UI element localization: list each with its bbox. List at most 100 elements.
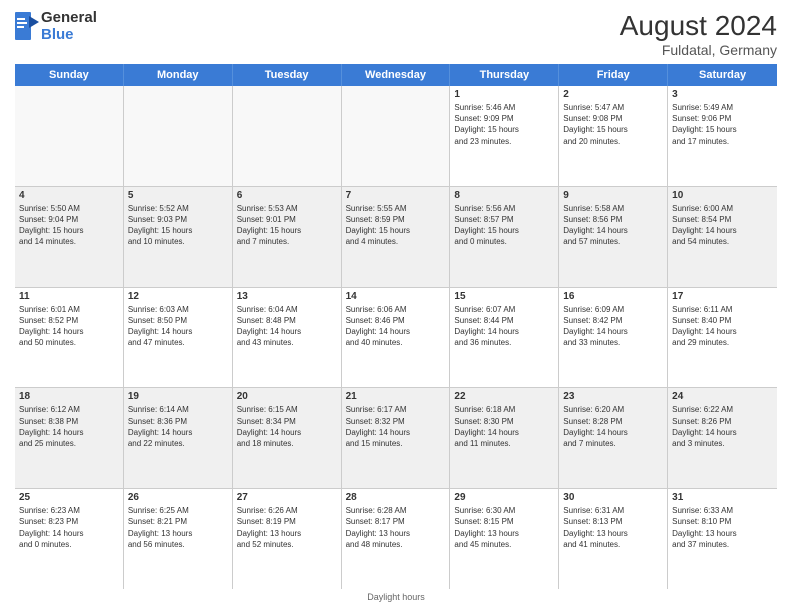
logo-line2: Blue: [41, 27, 97, 44]
day-info: Sunrise: 6:26 AM Sunset: 8:19 PM Dayligh…: [237, 505, 337, 550]
table-row: 28 Sunrise: 6:28 AM Sunset: 8:17 PM Dayli…: [342, 489, 451, 589]
table-row: 2Sunrise: 5:47 AM Sunset: 9:08 PM Daylig…: [559, 86, 668, 186]
table-row: 3Sunrise: 5:49 AM Sunset: 9:06 PM Daylig…: [668, 86, 777, 186]
table-row: 20 Sunrise: 6:15 AM Sunset: 8:34 PM Dayli…: [233, 388, 342, 488]
day-info: Sunrise: 6:07 AM Sunset: 8:44 PM Dayligh…: [454, 304, 554, 349]
day-info: Sunrise: 6:25 AM Sunset: 8:21 PM Dayligh…: [128, 505, 228, 550]
day-info: Sunrise: 6:15 AM Sunset: 8:34 PM Dayligh…: [237, 404, 337, 449]
day-info: Sunrise: 5:58 AM Sunset: 8:56 PM Dayligh…: [563, 203, 663, 248]
table-row: 13Sunrise: 6:04 AM Sunset: 8:48 PM Dayli…: [233, 288, 342, 388]
day-info: Sunrise: 6:31 AM Sunset: 8:13 PM Dayligh…: [563, 505, 663, 550]
day-number: 11: [19, 291, 119, 302]
table-row: 14 Sunrise: 6:06 AM Sunset: 8:46 PM Dayli…: [342, 288, 451, 388]
table-row: 29 Sunrise: 6:30 AM Sunset: 8:15 PM Dayli…: [450, 489, 559, 589]
day-number: 5: [128, 190, 228, 201]
table-row: 21Sunrise: 6:17 AM Sunset: 8:32 PM Dayli…: [342, 388, 451, 488]
table-row: 10 Sunrise: 6:00 AM Sunset: 8:54 PM Dayli…: [668, 187, 777, 287]
day-number: 7: [346, 190, 446, 201]
day-number: 8: [454, 190, 554, 201]
page: GeneralBlue August 2024 Fuldatal, German…: [0, 0, 792, 612]
logo-text: GeneralBlue: [41, 10, 97, 43]
calendar-title: August 2024: [620, 10, 777, 42]
table-row: [15, 86, 124, 186]
header-thursday: Thursday: [450, 64, 559, 86]
day-info: Sunrise: 5:53 AM Sunset: 9:01 PM Dayligh…: [237, 203, 337, 248]
calendar: Sunday Monday Tuesday Wednesday Thursday…: [15, 64, 777, 589]
cal-week-2: 4Sunrise: 5:50 AM Sunset: 9:04 PM Daylig…: [15, 187, 777, 288]
day-info: Sunrise: 6:06 AM Sunset: 8:46 PM Dayligh…: [346, 304, 446, 349]
day-number: 31: [672, 492, 773, 503]
header-tuesday: Tuesday: [233, 64, 342, 86]
cal-week-5: 25 Sunrise: 6:23 AM Sunset: 8:23 PM Dayli…: [15, 489, 777, 589]
day-number: 17: [672, 291, 773, 302]
table-row: 1 Sunrise: 5:46 AM Sunset: 9:09 PM Daylig…: [450, 86, 559, 186]
day-number: 29: [454, 492, 554, 503]
header-sunday: Sunday: [15, 64, 124, 86]
day-number: 25: [19, 492, 119, 503]
day-info: Sunrise: 6:33 AM Sunset: 8:10 PM Dayligh…: [672, 505, 773, 550]
table-row: 4Sunrise: 5:50 AM Sunset: 9:04 PM Daylig…: [15, 187, 124, 287]
day-number: 26: [128, 492, 228, 503]
logo-line1: General: [41, 10, 97, 27]
day-number: 6: [237, 190, 337, 201]
day-number: 1: [454, 89, 554, 100]
footer-note: Daylight hours: [15, 589, 777, 602]
day-info: Sunrise: 6:23 AM Sunset: 8:23 PM Dayligh…: [19, 505, 119, 550]
day-number: 15: [454, 291, 554, 302]
day-number: 27: [237, 492, 337, 503]
day-number: 28: [346, 492, 446, 503]
table-row: 26 Sunrise: 6:25 AM Sunset: 8:21 PM Dayli…: [124, 489, 233, 589]
table-row: [233, 86, 342, 186]
day-number: 4: [19, 190, 119, 201]
day-info: Sunrise: 6:01 AM Sunset: 8:52 PM Dayligh…: [19, 304, 119, 349]
table-row: 9Sunrise: 5:58 AM Sunset: 8:56 PM Daylig…: [559, 187, 668, 287]
table-row: [124, 86, 233, 186]
cal-week-4: 18Sunrise: 6:12 AM Sunset: 8:38 PM Dayli…: [15, 388, 777, 489]
day-number: 23: [563, 391, 663, 402]
table-row: 16Sunrise: 6:09 AM Sunset: 8:42 PM Dayli…: [559, 288, 668, 388]
day-info: Sunrise: 5:47 AM Sunset: 9:08 PM Dayligh…: [563, 102, 663, 147]
day-info: Sunrise: 6:09 AM Sunset: 8:42 PM Dayligh…: [563, 304, 663, 349]
table-row: [342, 86, 451, 186]
header-friday: Friday: [559, 64, 668, 86]
table-row: 15 Sunrise: 6:07 AM Sunset: 8:44 PM Dayli…: [450, 288, 559, 388]
table-row: 31 Sunrise: 6:33 AM Sunset: 8:10 PM Dayli…: [668, 489, 777, 589]
table-row: 25 Sunrise: 6:23 AM Sunset: 8:23 PM Dayli…: [15, 489, 124, 589]
table-row: 17Sunrise: 6:11 AM Sunset: 8:40 PM Dayli…: [668, 288, 777, 388]
day-number: 10: [672, 190, 773, 201]
day-number: 14: [346, 291, 446, 302]
day-info: Sunrise: 6:22 AM Sunset: 8:26 PM Dayligh…: [672, 404, 773, 449]
day-info: Sunrise: 6:03 AM Sunset: 8:50 PM Dayligh…: [128, 304, 228, 349]
day-info: Sunrise: 5:52 AM Sunset: 9:03 PM Dayligh…: [128, 203, 228, 248]
table-row: 7 Sunrise: 5:55 AM Sunset: 8:59 PM Daylig…: [342, 187, 451, 287]
table-row: 30 Sunrise: 6:31 AM Sunset: 8:13 PM Dayli…: [559, 489, 668, 589]
day-number: 30: [563, 492, 663, 503]
calendar-header: Sunday Monday Tuesday Wednesday Thursday…: [15, 64, 777, 86]
cal-week-3: 11 Sunrise: 6:01 AM Sunset: 8:52 PM Dayli…: [15, 288, 777, 389]
header-saturday: Saturday: [668, 64, 777, 86]
table-row: 19Sunrise: 6:14 AM Sunset: 8:36 PM Dayli…: [124, 388, 233, 488]
day-info: Sunrise: 6:20 AM Sunset: 8:28 PM Dayligh…: [563, 404, 663, 449]
calendar-subtitle: Fuldatal, Germany: [620, 42, 777, 58]
day-info: Sunrise: 6:30 AM Sunset: 8:15 PM Dayligh…: [454, 505, 554, 550]
header-wednesday: Wednesday: [342, 64, 451, 86]
day-info: Sunrise: 5:56 AM Sunset: 8:57 PM Dayligh…: [454, 203, 554, 248]
day-info: Sunrise: 6:18 AM Sunset: 8:30 PM Dayligh…: [454, 404, 554, 449]
table-row: 27 Sunrise: 6:26 AM Sunset: 8:19 PM Dayli…: [233, 489, 342, 589]
table-row: 8 Sunrise: 5:56 AM Sunset: 8:57 PM Daylig…: [450, 187, 559, 287]
header-monday: Monday: [124, 64, 233, 86]
table-row: 24 Sunrise: 6:22 AM Sunset: 8:26 PM Dayli…: [668, 388, 777, 488]
day-info: Sunrise: 5:49 AM Sunset: 9:06 PM Dayligh…: [672, 102, 773, 147]
table-row: 12 Sunrise: 6:03 AM Sunset: 8:50 PM Dayli…: [124, 288, 233, 388]
day-info: Sunrise: 5:46 AM Sunset: 9:09 PM Dayligh…: [454, 102, 554, 147]
day-number: 13: [237, 291, 337, 302]
day-info: Sunrise: 6:12 AM Sunset: 8:38 PM Dayligh…: [19, 404, 119, 449]
day-info: Sunrise: 6:28 AM Sunset: 8:17 PM Dayligh…: [346, 505, 446, 550]
day-info: Sunrise: 6:00 AM Sunset: 8:54 PM Dayligh…: [672, 203, 773, 248]
calendar-body: 1 Sunrise: 5:46 AM Sunset: 9:09 PM Daylig…: [15, 86, 777, 589]
day-info: Sunrise: 6:17 AM Sunset: 8:32 PM Dayligh…: [346, 404, 446, 449]
day-number: 24: [672, 391, 773, 402]
day-info: Sunrise: 5:55 AM Sunset: 8:59 PM Dayligh…: [346, 203, 446, 248]
day-number: 20: [237, 391, 337, 402]
day-number: 12: [128, 291, 228, 302]
